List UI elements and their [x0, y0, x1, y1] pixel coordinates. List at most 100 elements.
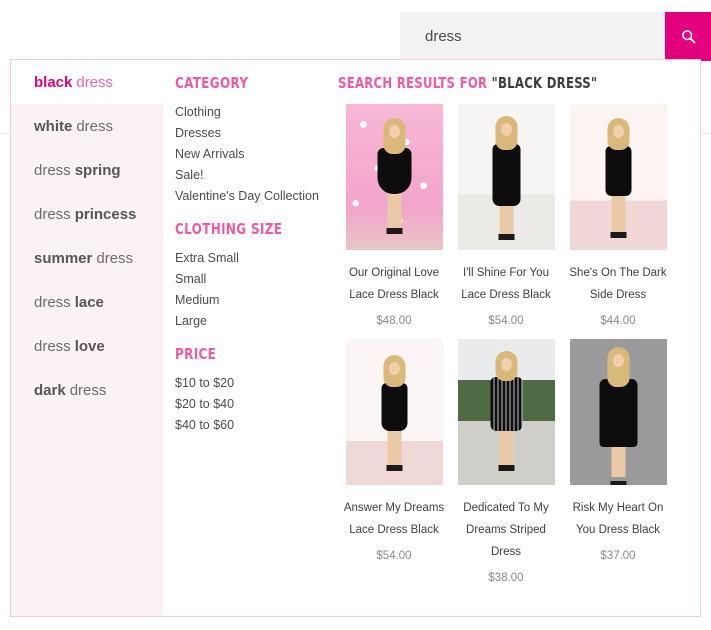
suggestion-term-b: dress	[76, 73, 114, 91]
suggestion-term-b: dress	[76, 117, 114, 135]
suggestion-term-a: dress	[34, 161, 71, 179]
suggestion-item[interactable]: dress spring	[11, 148, 163, 192]
filter-group-title: CATEGORY	[175, 74, 249, 92]
model-dress	[377, 148, 411, 194]
search-input[interactable]	[400, 12, 665, 61]
product-title[interactable]: Risk My Heart On You Dress Black	[565, 497, 671, 541]
search-bar	[400, 12, 711, 61]
product-price: $54.00	[376, 550, 412, 562]
filter-group-title: PRICE	[175, 345, 217, 363]
model-shoes	[386, 228, 402, 234]
results-panel: SEARCH RESULTS FOR "BLACK DRESS" Our Ori…	[333, 60, 700, 616]
model-face	[500, 358, 512, 371]
product-title[interactable]: Answer My Dreams Lace Dress Black	[341, 497, 447, 541]
suggestion-term-b: lace	[74, 293, 104, 311]
product-title[interactable]: Our Original Love Lace Dress Black	[341, 262, 447, 306]
model-face	[612, 354, 624, 367]
suggestion-item[interactable]: summer dress	[11, 236, 163, 280]
model-face	[388, 362, 400, 375]
product-card[interactable]: She's On The Dark Side Dress $44.00	[562, 104, 674, 339]
product-model-figure	[346, 339, 443, 485]
results-heading-query: "BLACK DRESS"	[491, 74, 598, 92]
model-dress	[492, 144, 520, 206]
model-legs	[611, 447, 625, 477]
product-price: $54.00	[488, 315, 524, 327]
product-price: $37.00	[600, 550, 636, 562]
filter-group-title: CLOTHING SIZE	[175, 220, 283, 238]
model-shoes	[610, 481, 626, 485]
filter-option[interactable]: Small	[175, 269, 333, 290]
model-legs	[387, 194, 401, 228]
product-model-figure	[458, 339, 555, 485]
product-title[interactable]: She's On The Dark Side Dress	[565, 262, 671, 306]
model-legs	[611, 196, 625, 232]
page-root: blackdresswhitedressdressspringdressprin…	[0, 0, 711, 630]
product-image[interactable]	[345, 339, 443, 485]
product-card[interactable]: Dedicated To My Dreams Striped Dress $38.…	[450, 339, 562, 596]
filter-group: CATEGORY Clothing Dresses New Arrivals Sale!…	[175, 74, 333, 207]
background-divider-right	[700, 133, 711, 134]
model-hair	[607, 347, 629, 387]
suggestion-item[interactable]: white dress	[11, 104, 163, 148]
product-model-figure	[346, 104, 443, 250]
suggestion-term-a: white	[34, 117, 73, 135]
filter-group: CLOTHING SIZE Extra Small Small Medium Large	[175, 220, 333, 332]
model-legs	[499, 431, 513, 465]
product-price: $48.00	[376, 315, 412, 327]
results-heading: SEARCH RESULTS FOR "BLACK DRESS"	[338, 74, 642, 92]
search-flyout-panel: black dress white dress dress spring dress prin…	[10, 59, 701, 617]
product-card[interactable]: Risk My Heart On You Dress Black $37.00	[562, 339, 674, 596]
suggestion-term-b: princess	[74, 205, 137, 223]
filter-option[interactable]: Medium	[175, 290, 333, 311]
product-image[interactable]	[345, 104, 443, 250]
model-face	[388, 125, 400, 138]
model-dress	[599, 379, 637, 447]
product-title[interactable]: Dedicated To My Dreams Striped Dress	[453, 497, 559, 563]
model-legs	[387, 431, 401, 465]
suggestion-term-b: love	[74, 337, 105, 355]
suggestion-item[interactable]: dress princess	[11, 192, 163, 236]
search-icon	[681, 29, 696, 44]
filter-group: PRICE $10 to $20 $20 to $40 $40 to $60	[175, 345, 333, 436]
suggestion-list: black dress white dress dress spring dress prin…	[11, 60, 163, 616]
filter-option[interactable]: Sale!	[175, 165, 333, 186]
suggestion-term-a: dress	[34, 293, 71, 311]
product-grid: Our Original Love Lace Dress Black $48.00…	[338, 104, 700, 596]
filter-option[interactable]: $10 to $20	[175, 373, 333, 394]
suggestion-term-b: dress	[96, 249, 134, 267]
product-price: $44.00	[600, 315, 636, 327]
filter-option[interactable]: $40 to $60	[175, 415, 333, 436]
suggestion-item[interactable]: dress love	[11, 324, 163, 368]
suggestion-term-a: dress	[34, 337, 71, 355]
filter-option[interactable]: Dresses	[175, 123, 333, 144]
product-card[interactable]: Answer My Dreams Lace Dress Black $54.00	[338, 339, 450, 596]
filter-option[interactable]: $20 to $40	[175, 394, 333, 415]
filter-option[interactable]: Extra Small	[175, 248, 333, 269]
model-shoes	[610, 232, 626, 238]
model-dress	[490, 377, 522, 431]
suggestion-term-a: dark	[34, 381, 66, 399]
model-shoes	[498, 234, 514, 240]
filter-option[interactable]: Valentine's Day Collection	[175, 186, 333, 207]
product-card[interactable]: I'll Shine For You Lace Dress Black $54.0…	[450, 104, 562, 339]
suggestion-term-a: summer	[34, 249, 93, 267]
search-submit-button[interactable]	[665, 12, 711, 61]
product-image[interactable]	[569, 104, 667, 250]
product-image[interactable]	[457, 104, 555, 250]
suggestion-item[interactable]: dark dress	[11, 368, 163, 412]
product-title[interactable]: I'll Shine For You Lace Dress Black	[453, 262, 559, 306]
suggestion-item[interactable]: black dress	[11, 60, 163, 104]
filter-option[interactable]: Clothing	[175, 102, 333, 123]
model-face	[612, 125, 624, 138]
product-price: $38.00	[488, 572, 524, 584]
product-card[interactable]: Our Original Love Lace Dress Black $48.00	[338, 104, 450, 339]
product-image[interactable]	[569, 339, 667, 485]
product-image[interactable]	[457, 339, 555, 485]
filter-option[interactable]: Large	[175, 311, 333, 332]
filter-sidebar: CATEGORY Clothing Dresses New Arrivals Sale!…	[163, 60, 333, 616]
dress-stripes	[490, 377, 522, 431]
model-dress	[381, 383, 407, 431]
model-dress	[605, 146, 631, 196]
suggestion-item[interactable]: dress lace	[11, 280, 163, 324]
filter-option[interactable]: New Arrivals	[175, 144, 333, 165]
